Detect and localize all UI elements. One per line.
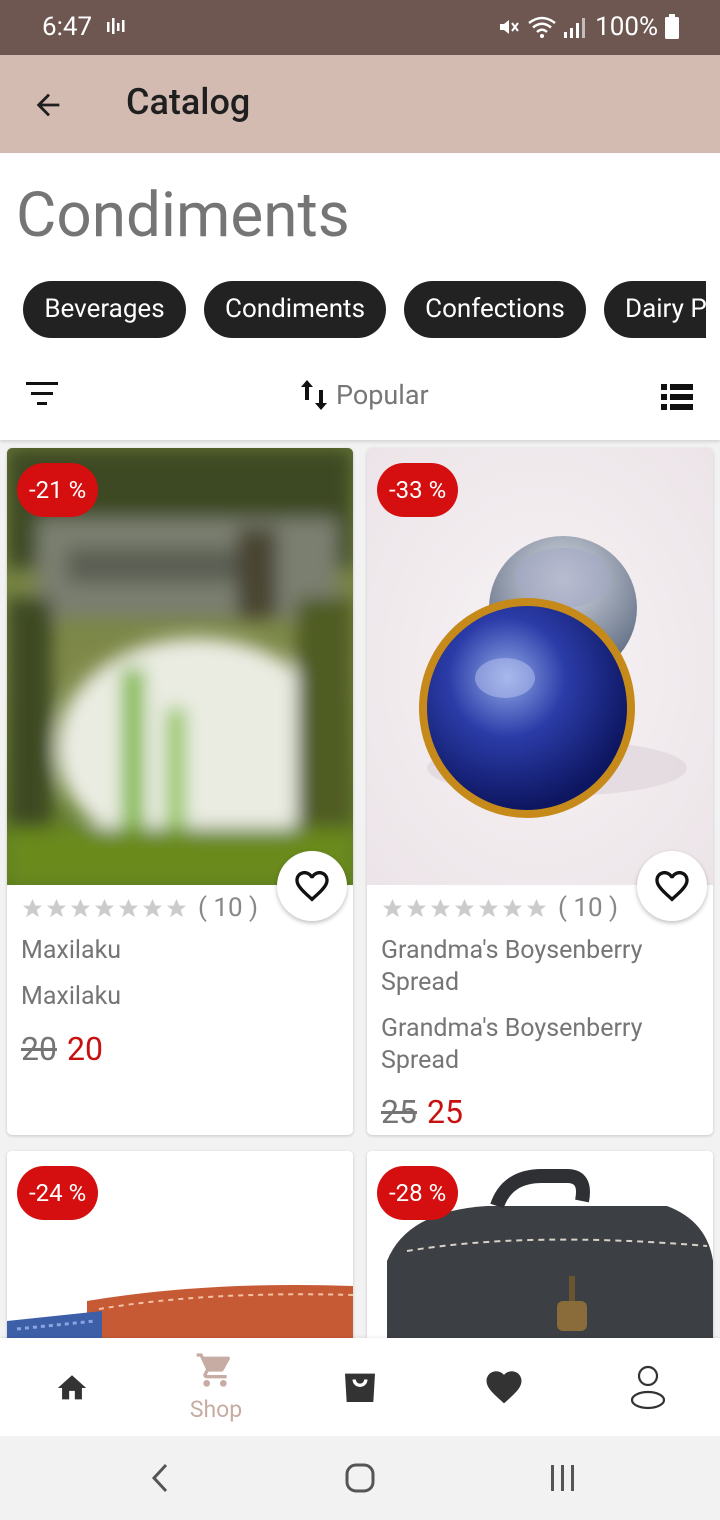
home-icon (57, 1375, 87, 1400)
mute-icon (500, 20, 519, 34)
product-name[interactable]: Maxilaku (21, 935, 341, 967)
nav-favorites[interactable] (432, 1338, 576, 1436)
screen: 6:47 100% Catalog Condiments Beverages C… (0, 0, 720, 1520)
star-icon (70, 898, 91, 917)
star-icon (142, 898, 163, 917)
new-price: 25 (426, 1093, 463, 1131)
rating: ( 10 ) (381, 888, 618, 928)
nav-shop[interactable]: Shop (144, 1338, 288, 1436)
product-card[interactable]: -21 % ( 10 ) Maxilaku Maxilaku 20 20 (7, 448, 353, 1135)
page-title: Condiments (16, 179, 350, 252)
favorite-button[interactable] (277, 851, 347, 921)
status-time: 6:47 (42, 12, 93, 42)
star-icon (406, 898, 427, 917)
star-icon (166, 898, 187, 917)
nav-profile[interactable] (576, 1338, 720, 1436)
star-icon (94, 898, 115, 917)
chip-confections[interactable]: Confections (404, 281, 586, 338)
star-icon (22, 898, 43, 917)
status-bar: 6:47 100% (0, 0, 720, 55)
new-price: 20 (66, 1030, 103, 1068)
product-subtitle: Maxilaku (21, 982, 122, 1011)
discount-badge: -28 % (377, 1166, 459, 1220)
filter-icon[interactable] (24, 379, 64, 411)
sort-label: Popular (336, 379, 429, 411)
star-icon (526, 898, 547, 917)
user-icon (630, 1365, 666, 1410)
bottom-navigation: Shop (0, 1338, 720, 1436)
favorite-button[interactable] (637, 851, 707, 921)
status-icons: 100% (497, 10, 680, 44)
product-name[interactable]: Grandma's Boysenberry Spread (381, 935, 701, 999)
star-icon (430, 898, 451, 917)
catalog-header: Condiments Beverages Condiments Confecti… (0, 153, 720, 440)
star-icon (502, 898, 523, 917)
star-icon (46, 898, 67, 917)
chip-beverages[interactable]: Beverages (23, 281, 186, 338)
rating-count: ( 10 ) (198, 893, 259, 923)
discount-badge: -33 % (377, 463, 459, 517)
chip-condiments[interactable]: Condiments (204, 281, 386, 338)
app-bar: Catalog (0, 55, 720, 153)
heart-outline-icon (295, 871, 329, 902)
nav-bag[interactable] (288, 1338, 432, 1436)
product-card[interactable]: -28 % (367, 1151, 713, 1351)
old-price: 20 (21, 1030, 57, 1068)
sort-button[interactable]: Popular (300, 375, 429, 415)
product-card[interactable]: -33 % ( 10 ) Grandma's Boysenberry Sprea… (367, 448, 713, 1135)
system-recents-icon[interactable] (548, 1463, 578, 1493)
shopping-bag-icon (345, 1373, 375, 1402)
star-icon (478, 898, 499, 917)
back-button[interactable] (22, 79, 74, 131)
rating-stars (21, 897, 188, 920)
system-back-icon[interactable] (148, 1462, 172, 1494)
product-card[interactable]: -24 % (7, 1151, 353, 1351)
star-icon (454, 898, 475, 917)
old-price: 25 (381, 1093, 417, 1131)
arrow-left-icon (36, 93, 60, 117)
wifi-icon (528, 16, 556, 38)
product-price: 25 25 (381, 1093, 463, 1131)
list-view-icon[interactable] (660, 383, 694, 411)
star-icon (118, 898, 139, 917)
app-title: Catalog (126, 81, 251, 123)
rating: ( 10 ) (21, 888, 258, 928)
product-price: 20 20 (21, 1030, 103, 1068)
discount-badge: -24 % (17, 1166, 99, 1220)
battery-icon (665, 14, 679, 39)
heart-outline-icon (655, 871, 689, 902)
chip-dairy-products[interactable]: Dairy P (604, 281, 706, 338)
category-chips: Beverages Condiments Confections Dairy P (0, 281, 706, 339)
battery-percent: 100% (595, 12, 658, 42)
system-navigation-bar (0, 1436, 720, 1520)
cart-icon (196, 1353, 231, 1387)
rating-count: ( 10 ) (558, 893, 619, 923)
discount-badge: -21 % (17, 463, 99, 517)
signal-icon (564, 18, 586, 38)
rating-stars (381, 897, 548, 920)
nav-home[interactable] (0, 1338, 144, 1436)
star-icon (382, 898, 403, 917)
heart-icon (486, 1371, 522, 1404)
product-subtitle: Grandma's Boysenberry Spread (381, 1014, 643, 1075)
nav-shop-label: Shop (189, 1396, 243, 1423)
activity-icon (107, 18, 125, 34)
system-home-icon[interactable] (344, 1462, 376, 1494)
sort-icon (301, 380, 327, 410)
